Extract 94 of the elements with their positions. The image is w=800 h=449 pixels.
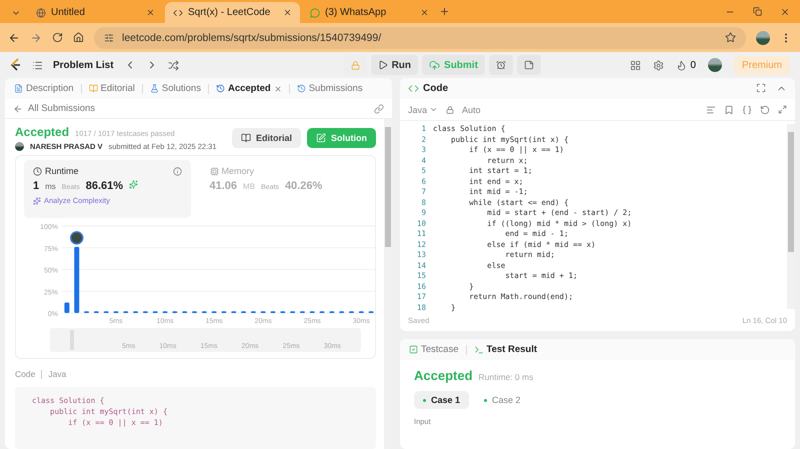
history-icon bbox=[216, 84, 225, 93]
forward-icon[interactable] bbox=[30, 32, 42, 44]
book-icon bbox=[88, 84, 98, 93]
reset-icon[interactable] bbox=[760, 104, 770, 114]
book-icon bbox=[240, 133, 251, 143]
stat-unit: ms bbox=[45, 182, 56, 191]
chat-icon bbox=[310, 8, 320, 18]
braces-icon[interactable] bbox=[742, 104, 752, 114]
document-icon bbox=[14, 84, 23, 93]
globe-icon bbox=[36, 8, 46, 18]
beats-percent: 40.26% bbox=[284, 180, 322, 192]
timer-button[interactable] bbox=[488, 55, 513, 75]
bookmark-icon[interactable] bbox=[724, 104, 734, 114]
chip-icon bbox=[210, 166, 218, 176]
note-icon bbox=[524, 60, 534, 70]
stat-title: Memory bbox=[222, 166, 254, 176]
panel-tab[interactable]: Submissions bbox=[294, 83, 366, 94]
bookmark-star-icon[interactable] bbox=[725, 32, 736, 43]
close-icon[interactable] bbox=[283, 8, 292, 17]
home-icon[interactable] bbox=[73, 32, 84, 43]
back-icon[interactable] bbox=[8, 32, 20, 44]
browser-tab[interactable]: Sqrt(x) - LeetCode bbox=[165, 2, 300, 23]
stat-title: Runtime bbox=[45, 166, 79, 176]
notes-button[interactable] bbox=[516, 55, 541, 75]
edit-icon bbox=[316, 133, 326, 143]
result-runtime: Runtime: 0 ms bbox=[478, 372, 534, 382]
panel-tab[interactable]: Solutions bbox=[146, 83, 204, 94]
chart-bar bbox=[74, 246, 80, 313]
accepted-status: Accepted bbox=[15, 125, 70, 139]
grid-icon[interactable] bbox=[630, 60, 642, 70]
result-status: Accepted bbox=[414, 368, 473, 383]
solution-button[interactable]: Solution bbox=[307, 128, 376, 148]
case-tab[interactable]: Case 2 bbox=[475, 391, 530, 409]
upload-icon bbox=[429, 60, 440, 70]
stat-value: 41.06 bbox=[210, 180, 238, 192]
clock-icon bbox=[33, 166, 42, 176]
browser-tab[interactable]: (3) WhatsApp bbox=[302, 2, 437, 23]
site-settings-icon bbox=[104, 32, 114, 42]
sparkle-icon bbox=[33, 196, 41, 204]
code-icon bbox=[408, 83, 419, 94]
expand-icon[interactable] bbox=[778, 104, 787, 114]
chevron-down-icon bbox=[429, 105, 438, 114]
author-avatar bbox=[15, 142, 24, 151]
new-tab-icon[interactable] bbox=[439, 6, 450, 17]
profile-avatar[interactable] bbox=[756, 30, 770, 44]
close-icon[interactable] bbox=[146, 8, 155, 17]
code-icon bbox=[173, 8, 183, 18]
checkbox-icon bbox=[409, 345, 418, 354]
logo-icon[interactable] bbox=[10, 58, 22, 72]
user-avatar[interactable] bbox=[708, 58, 722, 72]
browser-tab[interactable]: Untitled bbox=[28, 2, 163, 23]
run-button[interactable]: Run bbox=[370, 55, 418, 75]
chart-bar bbox=[64, 302, 70, 313]
stat-unit: MB bbox=[243, 182, 256, 191]
close-icon[interactable] bbox=[420, 8, 429, 17]
play-icon bbox=[378, 60, 388, 70]
badge-icon bbox=[129, 180, 138, 189]
editorial-button[interactable]: Editorial bbox=[232, 128, 301, 148]
all-submissions-link[interactable]: All Submissions bbox=[28, 103, 96, 114]
back-arrow-icon[interactable] bbox=[13, 104, 23, 114]
shuffle-icon[interactable] bbox=[168, 60, 179, 70]
info-icon bbox=[172, 166, 182, 176]
close-icon[interactable] bbox=[274, 84, 282, 92]
streak-count: 0 bbox=[690, 60, 696, 70]
restore-icon[interactable] bbox=[753, 7, 762, 16]
terminal-icon bbox=[474, 344, 484, 354]
flask-icon bbox=[150, 84, 159, 93]
panel-tab[interactable]: Accepted bbox=[212, 83, 285, 94]
panel-tab[interactable]: Editorial bbox=[86, 83, 138, 94]
fullscreen-icon[interactable] bbox=[756, 83, 766, 93]
language-select[interactable]: Java bbox=[408, 104, 438, 114]
address-bar[interactable]: leetcode.com/problems/sqrtx/submissions/1540739499/ bbox=[94, 26, 746, 48]
beats-percent: 86.61% bbox=[86, 180, 124, 192]
panel-tab[interactable]: Test Result bbox=[470, 344, 540, 355]
flame-icon bbox=[676, 60, 688, 70]
language-label: Java bbox=[48, 369, 66, 379]
alarm-clock-icon bbox=[496, 60, 506, 70]
reload-icon[interactable] bbox=[52, 32, 63, 43]
link-icon[interactable] bbox=[374, 104, 384, 114]
code-panel-title: Code bbox=[423, 83, 448, 94]
auto-mode: Auto bbox=[462, 104, 481, 114]
close-icon[interactable] bbox=[780, 6, 790, 16]
code-label: Code bbox=[15, 369, 36, 379]
history-icon bbox=[296, 84, 306, 93]
lock-icon bbox=[350, 60, 360, 70]
avatar-marker bbox=[70, 231, 84, 245]
stat-value: 1 bbox=[33, 180, 40, 192]
format-icon[interactable] bbox=[706, 104, 716, 114]
settings-icon[interactable] bbox=[653, 60, 664, 70]
problem-list-link[interactable]: Problem List bbox=[53, 60, 114, 70]
panel-tab[interactable]: Testcase bbox=[406, 344, 462, 355]
case-tab[interactable]: Case 1 bbox=[414, 391, 470, 409]
lock-icon bbox=[446, 106, 454, 114]
panel-tab[interactable]: Description bbox=[11, 83, 77, 94]
